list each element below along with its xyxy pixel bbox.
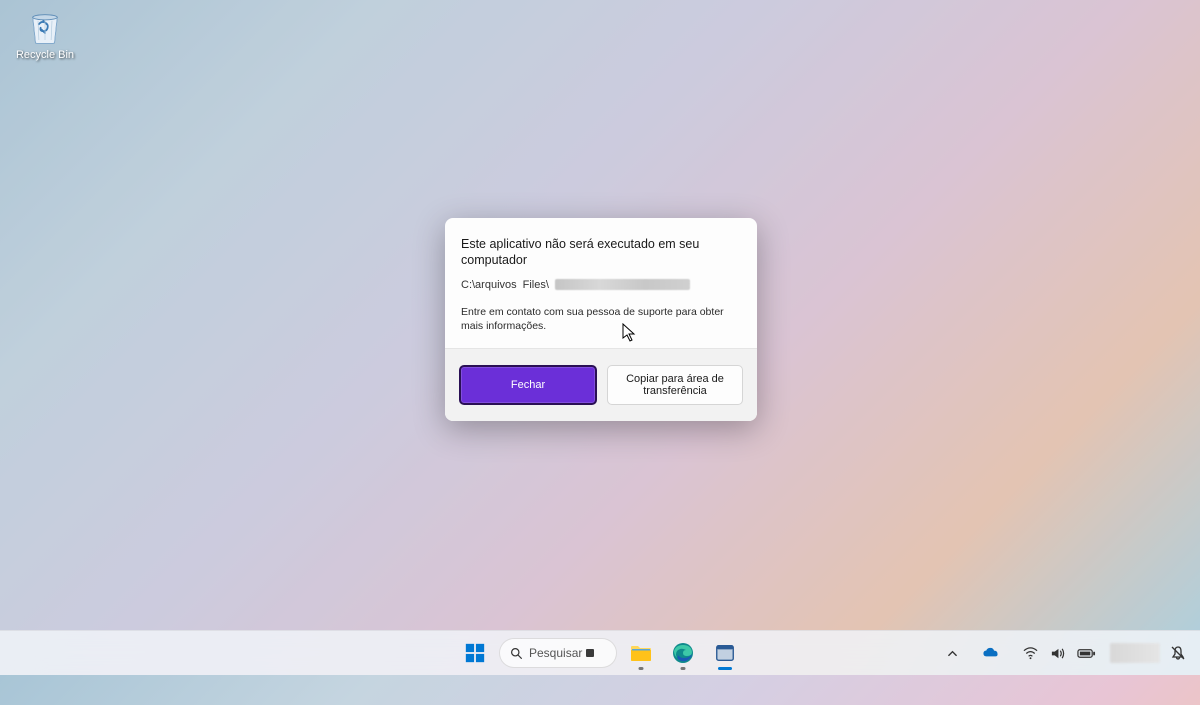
tray-overflow[interactable] xyxy=(937,642,968,665)
tray-notifications[interactable] xyxy=(1164,639,1192,667)
search-icon xyxy=(510,647,523,660)
edge-icon xyxy=(671,641,695,665)
dialog-footer: Fechar Copiar para área de transferência xyxy=(445,348,757,421)
search-placeholder: Pesquisar xyxy=(529,646,582,660)
taskbar: Pesquisar xyxy=(0,630,1200,675)
taskbar-file-explorer[interactable] xyxy=(623,635,659,671)
search-highlight-dot xyxy=(586,649,594,657)
dialog-path: C:\arquivos Files\ xyxy=(461,279,741,291)
error-dialog: Este aplicativo não será executado em se… xyxy=(445,218,757,421)
file-explorer-icon xyxy=(629,641,653,665)
taskbar-edge[interactable] xyxy=(665,635,701,671)
start-button[interactable] xyxy=(457,635,493,671)
onedrive-icon xyxy=(982,645,999,662)
start-icon xyxy=(464,642,486,664)
wifi-icon xyxy=(1023,646,1038,661)
app-window-icon xyxy=(714,642,736,664)
dialog-title: Este aplicativo não será executado em se… xyxy=(461,236,741,269)
copy-to-clipboard-button[interactable]: Copiar para área de transferência xyxy=(607,365,743,405)
desktop[interactable]: Recycle Bin Este aplicativo não será exe… xyxy=(0,0,1200,675)
notifications-icon xyxy=(1170,645,1186,661)
close-button[interactable]: Fechar xyxy=(459,365,597,405)
recycle-bin-icon xyxy=(24,5,66,47)
desktop-icon-recycle-bin[interactable]: Recycle Bin xyxy=(10,5,80,61)
tray-quick-settings[interactable] xyxy=(1013,640,1106,667)
volume-icon xyxy=(1050,646,1065,661)
dialog-message: Entre em contato com sua pessoa de supor… xyxy=(461,305,741,334)
dialog-path-segment: Files\ xyxy=(523,279,549,291)
tray-onedrive[interactable] xyxy=(972,639,1009,668)
taskbar-search[interactable]: Pesquisar xyxy=(499,638,617,668)
battery-icon xyxy=(1077,647,1096,660)
recycle-bin-label: Recycle Bin xyxy=(10,49,80,61)
dialog-path-redacted xyxy=(555,279,690,290)
chevron-up-icon xyxy=(947,648,958,659)
tray-clock[interactable] xyxy=(1110,643,1160,663)
dialog-path-prefix: C:\arquivos xyxy=(461,279,517,291)
taskbar-app-window[interactable] xyxy=(707,635,743,671)
cursor-icon xyxy=(622,323,638,343)
